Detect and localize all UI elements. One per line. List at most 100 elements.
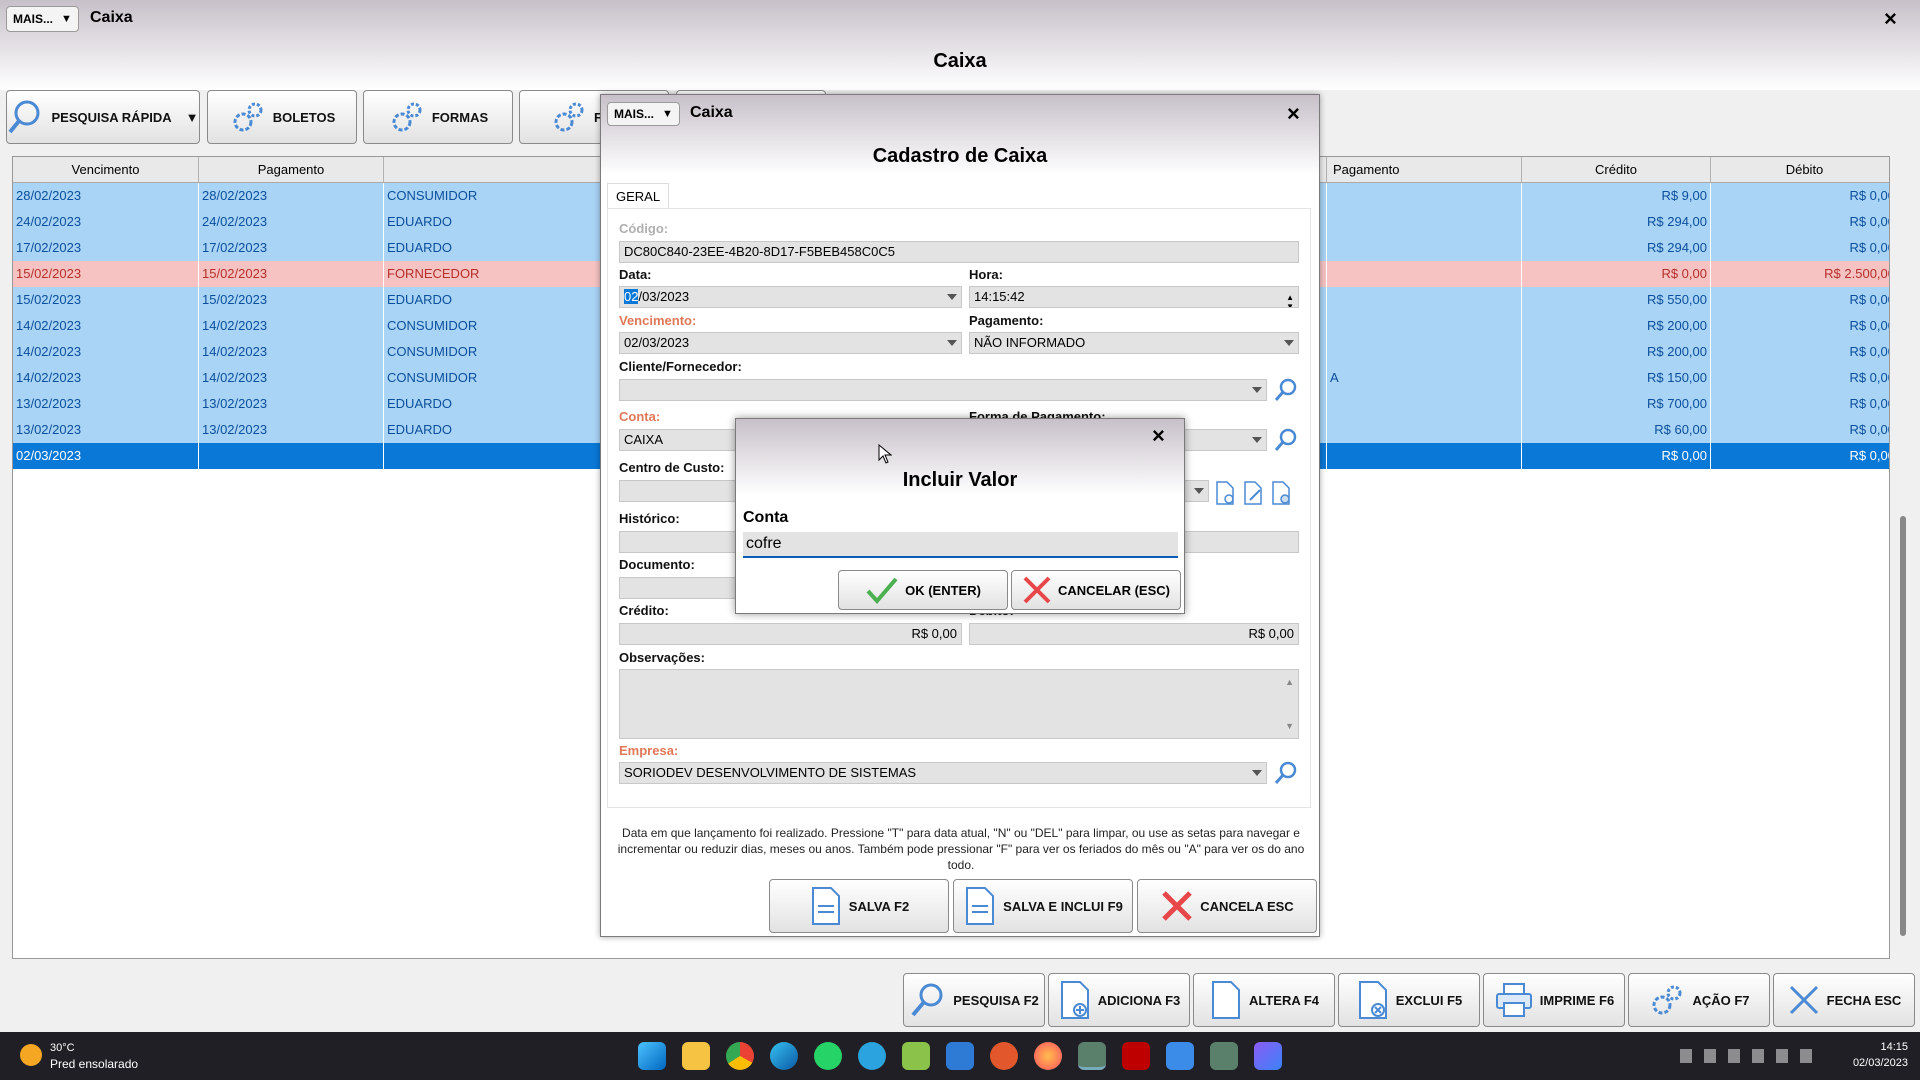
video-editor-icon[interactable]	[1254, 1042, 1282, 1070]
chevron-down-icon[interactable]	[1252, 437, 1262, 443]
observacoes-field[interactable]: ▲ ▼	[619, 669, 1299, 739]
formas-button[interactable]: FORMAS	[363, 90, 513, 144]
search-icon[interactable]	[1273, 377, 1299, 406]
adiciona-button[interactable]: ADICIONA F3	[1048, 973, 1190, 1027]
table-cell: 17/02/2023	[199, 235, 384, 261]
search-icon	[909, 981, 947, 1019]
table-cell: R$ 0,00	[1711, 209, 1889, 235]
boletos-button[interactable]: BOLETOS	[207, 90, 357, 144]
search-icon[interactable]	[1273, 427, 1299, 456]
soriodev-icon[interactable]	[1078, 1042, 1106, 1070]
table-cell: 14/02/2023	[199, 313, 384, 339]
cliente-field[interactable]	[619, 379, 1267, 401]
vencimento-label: Vencimento:	[619, 313, 697, 328]
weather-sun-icon[interactable]	[20, 1044, 42, 1066]
file-explorer-icon[interactable]	[682, 1042, 710, 1070]
incluir-close-button[interactable]: ×	[1152, 423, 1165, 449]
pesquisa-rapida-button[interactable]: PESQUISA RÁPIDA ▼	[6, 90, 200, 144]
table-cell: R$ 0,00	[1522, 443, 1711, 469]
chevron-down-icon[interactable]	[1194, 488, 1204, 494]
notepad-icon[interactable]	[1166, 1042, 1194, 1070]
incluir-valor-dialog: × Incluir Valor Conta cofre OK (ENTER) C…	[735, 418, 1185, 614]
weather-desc[interactable]: Pred ensolarado	[50, 1057, 138, 1071]
table-cell: 13/02/2023	[13, 417, 199, 443]
table-cell	[1327, 417, 1522, 443]
col-debito[interactable]: Débito	[1711, 157, 1889, 183]
table-cell: R$ 700,00	[1522, 391, 1711, 417]
add-document-icon[interactable]	[1213, 480, 1237, 509]
edit-document-icon[interactable]	[1241, 480, 1265, 509]
chevron-down-icon[interactable]	[1284, 340, 1294, 346]
incluir-input[interactable]: cofre	[743, 532, 1178, 558]
chevron-down-icon[interactable]	[947, 294, 957, 300]
cadastro-close-button[interactable]: ×	[1287, 101, 1300, 127]
main-close-button[interactable]: ×	[1884, 6, 1897, 32]
altera-button[interactable]: ALTERA F4	[1193, 973, 1335, 1027]
col-credito[interactable]: Crédito	[1522, 157, 1711, 183]
weather-temp[interactable]: 30°C	[50, 1042, 75, 1054]
spin-down-icon[interactable]: ▼	[1286, 297, 1294, 307]
clock-time[interactable]: 14:15	[1838, 1041, 1908, 1053]
document-icon	[809, 886, 843, 926]
remote-desktop-icon[interactable]	[946, 1042, 974, 1070]
adiciona-label: ADICIONA F3	[1097, 992, 1181, 1008]
cadastro-window-title: Caixa	[690, 104, 733, 121]
search-icon[interactable]	[1273, 760, 1299, 789]
vencimento-field[interactable]: 02/03/2023	[619, 332, 962, 354]
credito-field[interactable]: R$ 0,00	[619, 623, 962, 645]
delete-document-icon[interactable]	[1269, 480, 1293, 509]
soriodev-icon[interactable]	[1210, 1042, 1238, 1070]
filezilla-icon[interactable]	[1122, 1042, 1150, 1070]
spreadsheet-icon[interactable]	[902, 1042, 930, 1070]
table-cell: 02/03/2023	[13, 443, 199, 469]
data-field[interactable]: 02/03/2023	[619, 286, 962, 308]
cancelar-button[interactable]: CANCELAR (ESC)	[1011, 570, 1181, 610]
exclui-button[interactable]: EXCLUI F5	[1338, 973, 1480, 1027]
telegram-icon[interactable]	[858, 1042, 886, 1070]
empresa-field[interactable]: SORIODEV DESENVOLVIMENTO DE SISTEMAS	[619, 762, 1267, 784]
edge-icon[interactable]	[770, 1042, 798, 1070]
col-pagamento2[interactable]: Pagamento	[1327, 157, 1522, 183]
help-text: Data em que lançamento foi realizado. Pr…	[617, 826, 1305, 872]
cadastro-mais-button[interactable]: MAIS... ▼	[607, 102, 680, 126]
scrollbar-thumb[interactable]	[1900, 516, 1906, 936]
whatsapp-icon[interactable]	[814, 1042, 842, 1070]
salva-button[interactable]: SALVA F2	[769, 879, 949, 933]
windows-start-icon[interactable]	[638, 1042, 666, 1070]
tab-geral[interactable]: GERAL	[607, 183, 670, 209]
codigo-field: DC80C840-23EE-4B20-8D17-F5BEB458C0C5	[619, 241, 1299, 263]
tray-icons[interactable]	[1680, 1049, 1820, 1063]
cancela-button[interactable]: CANCELA ESC	[1137, 879, 1317, 933]
chevron-down-icon[interactable]	[947, 340, 957, 346]
formas-label: FORMAS	[431, 109, 489, 125]
debito-field[interactable]: R$ 0,00	[969, 623, 1299, 645]
delete-document-icon	[1356, 980, 1390, 1020]
fecha-button[interactable]: FECHA ESC	[1773, 973, 1915, 1027]
table-cell	[1327, 339, 1522, 365]
salva-inclui-label: SALVA E INCLUI F9	[1003, 898, 1123, 914]
acao-button[interactable]: AÇÃO F7	[1628, 973, 1770, 1027]
scroll-down-icon[interactable]: ▼	[1285, 716, 1294, 736]
hora-field[interactable]: 14:15:42 ▲ ▼	[969, 286, 1299, 308]
col-pagamento[interactable]: Pagamento	[199, 157, 384, 183]
app-icon[interactable]	[990, 1042, 1018, 1070]
chevron-down-icon[interactable]	[1252, 770, 1262, 776]
chrome-icon[interactable]	[726, 1042, 754, 1070]
cliente-label: Cliente/Fornecedor:	[619, 359, 742, 374]
imprime-button[interactable]: IMPRIME F6	[1483, 973, 1625, 1027]
clock-date[interactable]: 02/03/2023	[1830, 1057, 1908, 1069]
firefox-icon[interactable]	[1034, 1042, 1062, 1070]
ok-button[interactable]: OK (ENTER)	[838, 570, 1008, 610]
gear-icon	[229, 98, 267, 136]
main-mais-button[interactable]: MAIS... ▼	[6, 6, 79, 32]
table-cell: R$ 0,00	[1711, 391, 1889, 417]
pagamento-field[interactable]: NÃO INFORMADO	[969, 332, 1299, 354]
col-vencimento[interactable]: Vencimento	[13, 157, 199, 183]
scroll-up-icon[interactable]: ▲	[1285, 672, 1294, 692]
table-cell: 13/02/2023	[199, 417, 384, 443]
salva-inclui-button[interactable]: SALVA E INCLUI F9	[953, 879, 1133, 933]
empresa-value: SORIODEV DESENVOLVIMENTO DE SISTEMAS	[624, 765, 917, 780]
grid-scrollbar[interactable]	[1897, 156, 1911, 946]
pesquisa-button[interactable]: PESQUISA F2	[903, 973, 1045, 1027]
chevron-down-icon[interactable]	[1252, 387, 1262, 393]
